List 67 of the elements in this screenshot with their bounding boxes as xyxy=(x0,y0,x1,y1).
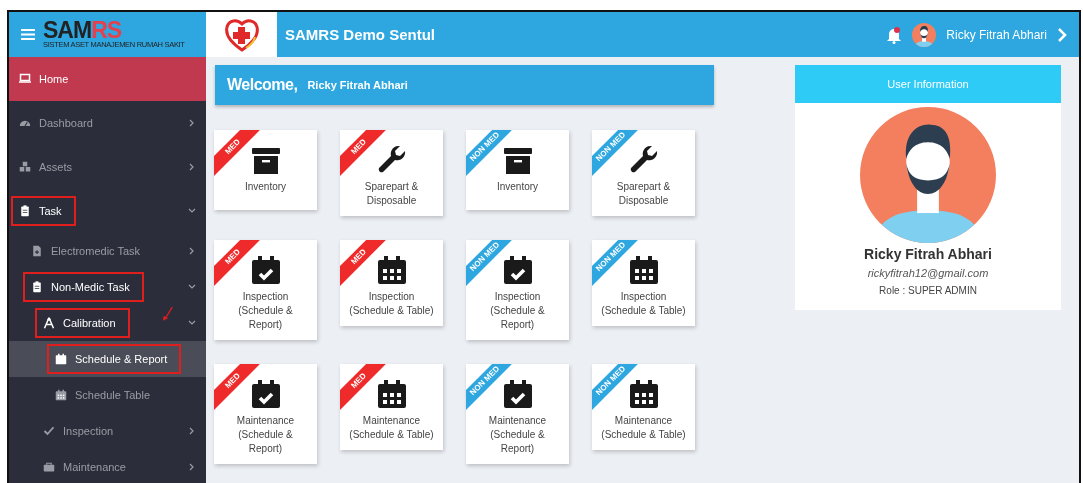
profile-email: rickyfitrah12@gmail.com xyxy=(867,267,989,279)
hospital-logo-icon xyxy=(223,17,260,52)
check-icon xyxy=(43,425,55,437)
cubes-icon xyxy=(19,161,31,173)
nav-item[interactable]: Non-Medic Task xyxy=(9,269,206,305)
calendar-icon xyxy=(55,389,67,401)
nav-label: Task xyxy=(39,205,62,217)
card-label: Inventory xyxy=(495,180,540,194)
nav-label: Non-Medic Task xyxy=(51,281,130,293)
panel-title: User Information xyxy=(795,65,1061,103)
card-label: Maintenance (Schedule & Table) xyxy=(600,414,687,442)
welcome-name: Ricky Fitrah Abhari xyxy=(307,79,408,91)
card-label: Inspection (Schedule & Table) xyxy=(600,290,687,318)
clipboard-icon xyxy=(19,205,31,217)
nav-label: Electromedic Task xyxy=(51,245,141,257)
clipboard-icon xyxy=(31,281,43,293)
welcome-greeting: Welcome, xyxy=(227,76,298,94)
bell-icon[interactable] xyxy=(886,25,903,44)
app-logo: SAMRS xyxy=(43,20,122,41)
nav-item[interactable]: Maintenance xyxy=(9,449,206,483)
card-label: Maintenance (Schedule & Report) xyxy=(487,414,548,456)
menu-icon[interactable] xyxy=(21,29,35,40)
chevron-right-icon xyxy=(188,119,196,127)
nav-item[interactable]: Electromedic Task xyxy=(9,233,206,269)
nav-item[interactable]: Schedule Table xyxy=(9,377,206,413)
nav-label: Dashboard xyxy=(39,117,93,129)
chevron-down-icon xyxy=(188,207,196,215)
app-title: SAMRS Demo Sentul xyxy=(284,25,436,45)
nav-label: Maintenance xyxy=(63,461,126,473)
calendar-icon xyxy=(375,378,408,410)
profile-name: Ricky Fitrah Abhari xyxy=(864,246,992,262)
user-avatar xyxy=(912,22,937,47)
nav-item[interactable]: Dashboard xyxy=(9,101,206,145)
nav-label: Schedule Table xyxy=(75,389,151,401)
calendar-icon xyxy=(375,254,408,286)
nav-item[interactable]: Calibration xyxy=(9,305,206,341)
nav-label: Assets xyxy=(39,161,72,173)
nav-item[interactable]: Assets xyxy=(9,145,206,189)
chevron-right-icon xyxy=(188,247,196,255)
nav-item[interactable]: Home xyxy=(9,57,206,101)
card-label: Inspection (Schedule & Report) xyxy=(489,290,546,332)
chevron-down-icon xyxy=(188,283,196,291)
calendar-icon xyxy=(627,378,660,410)
calendar-icon xyxy=(627,254,660,286)
card-label: Sparepart & Disposable xyxy=(363,180,420,208)
nav-label: Schedule & Report xyxy=(75,353,168,365)
file-plus-icon xyxy=(31,245,43,257)
card-label: Inspection (Schedule & Table) xyxy=(348,290,435,318)
card-label: Inventory xyxy=(243,180,288,194)
nav-label: Inspection xyxy=(63,425,114,437)
nav-item[interactable]: Inspection xyxy=(9,413,206,449)
chevron-right-icon[interactable] xyxy=(1057,27,1067,42)
card-label: Maintenance (Schedule & Table) xyxy=(348,414,435,442)
card-label: Inspection (Schedule & Report) xyxy=(237,290,294,332)
card-label: Maintenance (Schedule & Report) xyxy=(235,414,296,456)
chevron-right-icon xyxy=(188,163,196,171)
chevron-right-icon xyxy=(188,463,196,471)
chevron-down-icon xyxy=(188,319,196,327)
nav-item[interactable]: Schedule & Report xyxy=(9,341,206,377)
laptop-icon xyxy=(19,73,31,85)
nav-label: Calibration xyxy=(63,317,116,329)
card-label: Sparepart & Disposable xyxy=(615,180,672,208)
toolbox-icon xyxy=(43,461,55,473)
nav-label: Home xyxy=(39,73,69,85)
chevron-right-icon xyxy=(188,427,196,435)
nav-item[interactable]: Task xyxy=(9,189,206,233)
profile-role: Role : SUPER ADMIN xyxy=(879,285,977,296)
